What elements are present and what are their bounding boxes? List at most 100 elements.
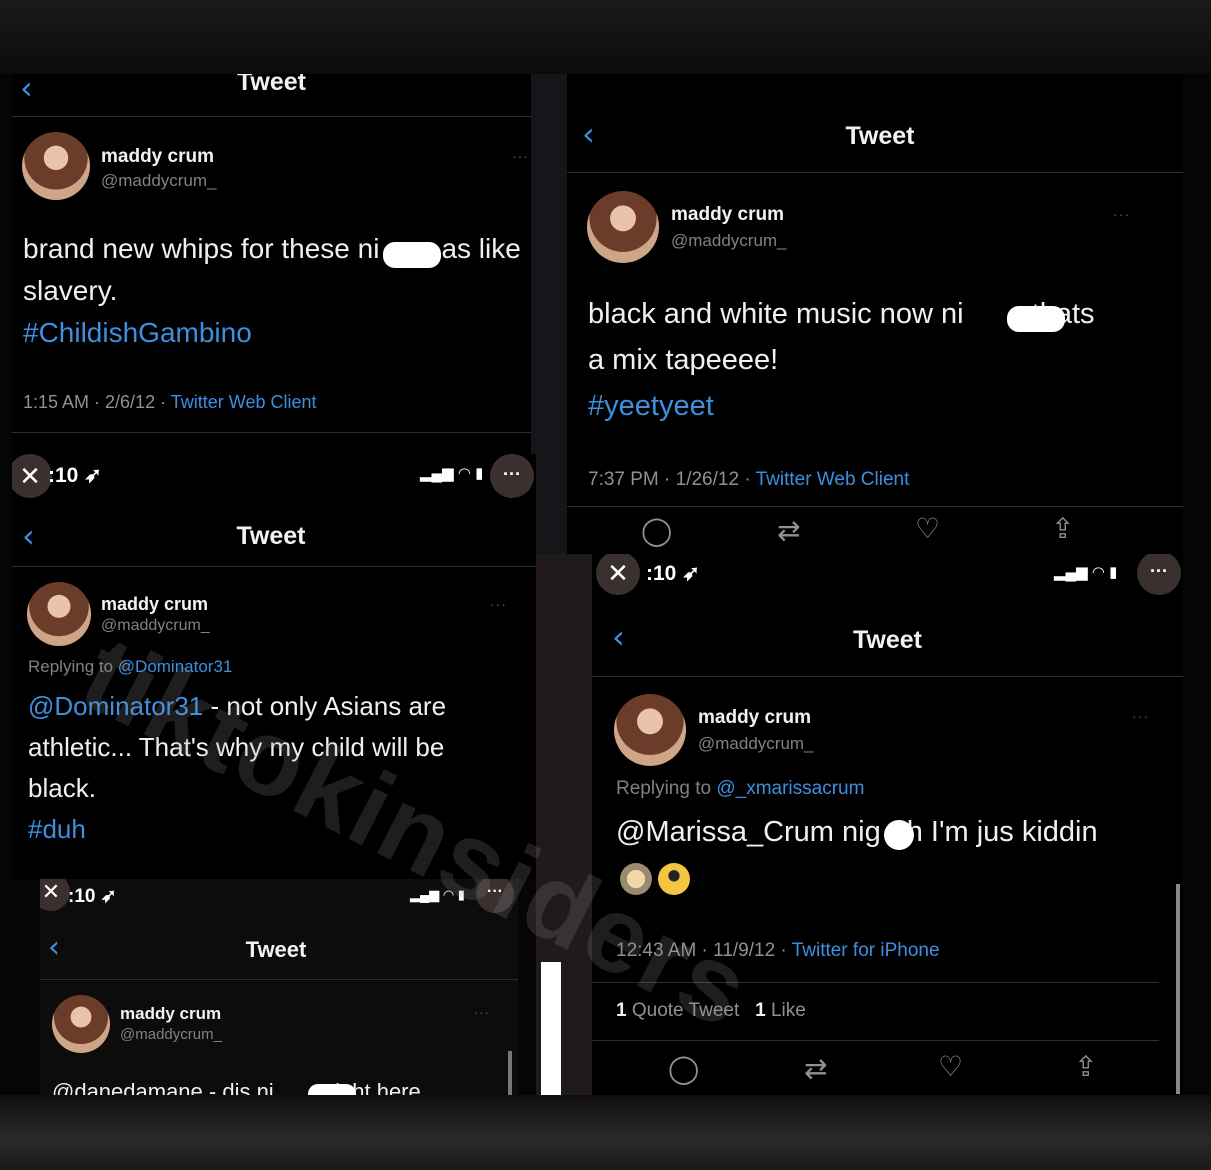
tweet-timestamp: 1:15 AM · 2/6/12 · — [23, 392, 171, 412]
tweet-text-line: a mix tapeeee! — [588, 343, 779, 376]
praying-emoji-icon — [620, 863, 652, 895]
tweet-panel-5: ✕ :10 ➶ ▂▄▆ ◠ ▮ ··· ‹ Tweet maddy crum @… — [40, 879, 518, 1095]
more-options-icon[interactable]: ··· — [490, 596, 507, 612]
tweet-timestamp: 12:43 AM · 11/9/12 · — [616, 940, 792, 961]
user-name[interactable]: maddy crum — [671, 204, 784, 226]
user-name[interactable]: maddy crum — [101, 594, 208, 615]
like-icon[interactable]: ♡ — [938, 1050, 963, 1083]
tweet-text-part: brand new whips for these ni — [23, 233, 380, 264]
status-time-text: :10 — [68, 886, 96, 907]
avatar[interactable] — [27, 582, 91, 646]
status-time-text: :10 — [646, 562, 677, 585]
tweet-panel-1: ‹ Tweet maddy crum @maddycrum_ ··· brand… — [12, 74, 531, 454]
quote-label[interactable]: Quote Tweet — [627, 1000, 739, 1021]
close-icon[interactable]: ✕ — [40, 879, 70, 911]
tweet-text-line: slavery. — [23, 275, 118, 306]
tweet-body: @Dominator31 - not only Asians are athle… — [28, 686, 528, 850]
more-icon[interactable]: ··· — [476, 879, 514, 913]
user-handle[interactable]: @maddycrum_ — [120, 1026, 222, 1043]
header-divider — [12, 116, 531, 117]
meta-divider — [592, 982, 1159, 983]
more-options-icon[interactable]: ··· — [1132, 708, 1149, 724]
share-icon[interactable]: ⇪ — [1051, 512, 1074, 545]
more-icon[interactable]: ··· — [1137, 554, 1181, 595]
close-icon[interactable]: ✕ — [12, 454, 52, 498]
replying-to-link[interactable]: @Dominator31 — [118, 657, 233, 676]
user-name[interactable]: maddy crum — [101, 146, 214, 168]
engagement-stats: 1 Quote Tweet 1 Like — [616, 1000, 806, 1022]
tweet-text-part: @danedamane - dis ni — [52, 1079, 274, 1095]
tweet-text-part: as like — [441, 233, 521, 264]
top-band — [0, 0, 1211, 74]
quote-count: 1 — [616, 1000, 627, 1021]
user-name[interactable]: maddy crum — [698, 707, 811, 729]
reply-icon[interactable]: ◯ — [668, 1052, 699, 1085]
scrollbar-thumb[interactable] — [541, 962, 561, 1095]
stats-divider — [592, 1040, 1159, 1041]
censor-blot — [308, 1084, 356, 1095]
scrollbar[interactable] — [508, 1051, 512, 1095]
censor-blot — [1007, 306, 1065, 332]
share-icon[interactable]: ⇪ — [1074, 1050, 1097, 1083]
reply-icon[interactable]: ◯ — [641, 514, 672, 547]
avatar[interactable] — [587, 191, 659, 263]
like-count: 1 — [755, 1000, 766, 1021]
tweet-source-link[interactable]: Twitter for iPhone — [792, 940, 940, 961]
tweet-header-title: Tweet — [245, 937, 307, 962]
header-divider — [12, 566, 536, 567]
tweet-body: @danedamane - dis ni right here — [52, 1077, 421, 1095]
user-handle[interactable]: @maddycrum_ — [101, 171, 217, 191]
tweet-body: @Marissa_Crum nig h I'm jus kiddin — [616, 812, 1098, 853]
retweet-icon[interactable]: ⇄ — [804, 1052, 827, 1085]
hashtag-link[interactable]: #yeetyeet — [588, 384, 1178, 430]
bottom-band — [0, 1095, 1211, 1170]
retweet-icon[interactable]: ⇄ — [777, 514, 800, 547]
censor-blot — [884, 820, 914, 850]
tweet-header-title: Tweet — [236, 522, 306, 550]
hashtag-link[interactable]: #duh — [28, 809, 528, 850]
replying-to-prefix: Replying to — [616, 778, 717, 799]
tweet-source-link[interactable]: Twitter Web Client — [171, 392, 317, 412]
more-options-icon[interactable]: ··· — [1113, 206, 1130, 222]
tweet-meta: 1:15 AM · 2/6/12 · Twitter Web Client — [23, 392, 316, 413]
tweet-header-title: Tweet — [237, 74, 306, 96]
header-divider — [567, 172, 1183, 173]
avatar[interactable] — [52, 995, 110, 1053]
tweet-timestamp: 7:37 PM · 1/26/12 · — [588, 469, 756, 490]
replying-to: Replying to @_xmarissacrum — [616, 778, 864, 800]
tweet-panel-4: ✕ :10 ➶ ▂▄▆ ◠ ▮ ··· ‹ Tweet maddy crum @… — [592, 554, 1183, 1095]
censor-blot — [383, 242, 441, 268]
mention-link[interactable]: @Dominator31 — [28, 691, 203, 721]
user-handle[interactable]: @maddycrum_ — [101, 617, 210, 635]
tweet-meta: 7:37 PM · 1/26/12 · Twitter Web Client — [588, 469, 909, 491]
scrollbar[interactable] — [1176, 884, 1180, 1094]
replying-to-link[interactable]: @_xmarissacrum — [716, 778, 864, 799]
replying-to-prefix: Replying to — [28, 657, 118, 676]
meta-divider — [12, 432, 531, 433]
tweet-body: brand new whips for these ni as like slav… — [23, 228, 523, 354]
more-icon[interactable]: ··· — [490, 454, 534, 498]
user-handle[interactable]: @maddycrum_ — [698, 734, 814, 754]
more-options-icon[interactable]: ··· — [474, 1005, 490, 1020]
like-label[interactable]: Like — [766, 1000, 806, 1021]
tweet-panel-3: ✕ :10 ➶ ▂▄▆ ◠ ▮ ··· ‹ Tweet maddy crum @… — [12, 454, 536, 879]
user-name[interactable]: maddy crum — [120, 1004, 221, 1024]
close-icon[interactable]: ✕ — [596, 554, 640, 595]
tweet-text-line: athletic... That's why my child will be — [28, 732, 445, 763]
status-time: :10 ➶ — [646, 562, 700, 585]
avatar[interactable] — [22, 132, 90, 200]
tweet-text-part: h I'm jus kiddin — [906, 816, 1098, 848]
more-options-icon[interactable]: ··· — [512, 148, 529, 164]
meta-divider — [567, 506, 1183, 507]
column-gap — [531, 74, 567, 554]
like-icon[interactable]: ♡ — [915, 512, 940, 545]
replying-to: Replying to @Dominator31 — [28, 657, 232, 677]
header-divider — [40, 979, 518, 980]
tweet-text-line: black. — [28, 773, 96, 804]
hashtag-link[interactable]: #ChildishGambino — [23, 312, 523, 354]
tweet-meta: 12:43 AM · 11/9/12 · Twitter for iPhone — [616, 940, 940, 962]
tweet-header-title: Tweet — [853, 626, 922, 654]
tweet-source-link[interactable]: Twitter Web Client — [756, 469, 910, 490]
avatar[interactable] — [614, 694, 686, 766]
user-handle[interactable]: @maddycrum_ — [671, 231, 787, 251]
